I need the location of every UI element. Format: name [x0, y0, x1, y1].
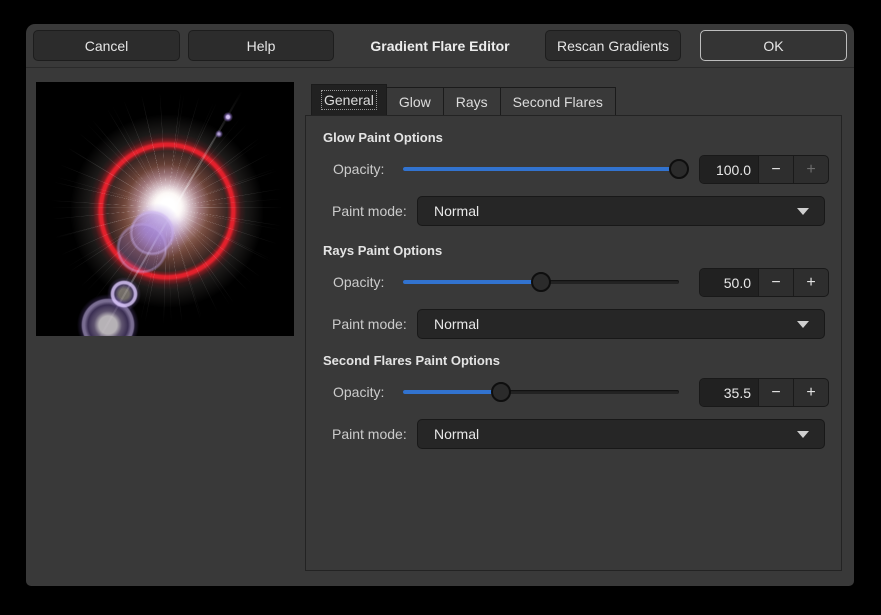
- slider-fill: [403, 280, 541, 284]
- second-flares-opacity-slider[interactable]: [403, 382, 679, 402]
- glow-paint-mode-dropdown[interactable]: Normal: [417, 196, 825, 226]
- opacity-label: Opacity:: [333, 384, 384, 400]
- dialog-title: Gradient Flare Editor: [340, 24, 540, 67]
- plus-icon[interactable]: +: [793, 156, 828, 183]
- glow-opacity-value[interactable]: 100.0: [700, 156, 758, 183]
- rescan-gradients-button[interactable]: Rescan Gradients: [545, 30, 681, 61]
- slider-handle[interactable]: [531, 272, 551, 292]
- glow-opacity-spinner: 100.0 − +: [699, 155, 829, 184]
- tab-second-flares-label: Second Flares: [510, 92, 606, 112]
- paint-mode-label: Paint mode:: [332, 426, 407, 442]
- paint-mode-label: Paint mode:: [332, 316, 407, 332]
- section-heading: Rays Paint Options: [323, 243, 442, 258]
- rays-opacity-value[interactable]: 50.0: [700, 269, 758, 296]
- paint-mode-value: Normal: [418, 316, 797, 332]
- minus-icon[interactable]: −: [758, 156, 793, 183]
- flare-second-flares-graphic: [36, 82, 294, 336]
- rays-opacity-spinner: 50.0 − +: [699, 268, 829, 297]
- tab-glow-label: Glow: [396, 92, 434, 112]
- help-button[interactable]: Help: [188, 30, 334, 61]
- chevron-down-icon: [797, 208, 809, 215]
- second-flares-opacity-spinner: 35.5 − +: [699, 378, 829, 407]
- chevron-down-icon: [797, 431, 809, 438]
- second-flares-opacity-value[interactable]: 35.5: [700, 379, 758, 406]
- section-heading: Glow Paint Options: [323, 130, 443, 145]
- minus-icon[interactable]: −: [758, 379, 793, 406]
- chevron-down-icon: [797, 321, 809, 328]
- gradient-flare-editor-window: Cancel Help Gradient Flare Editor Rescan…: [0, 0, 881, 615]
- plus-icon[interactable]: +: [793, 379, 828, 406]
- notebook-tabs: General Glow Rays Second Flares: [311, 84, 615, 116]
- dialog: Cancel Help Gradient Flare Editor Rescan…: [26, 24, 854, 586]
- tab-rays-label: Rays: [453, 92, 491, 112]
- flare-preview: [36, 82, 294, 336]
- slider-handle[interactable]: [669, 159, 689, 179]
- glow-opacity-slider[interactable]: [403, 159, 679, 179]
- paint-mode-value: Normal: [418, 426, 797, 442]
- section-heading: Second Flares Paint Options: [323, 353, 500, 368]
- minus-icon[interactable]: −: [758, 269, 793, 296]
- ok-button[interactable]: OK: [700, 30, 847, 61]
- tab-rays[interactable]: Rays: [443, 87, 501, 116]
- opacity-label: Opacity:: [333, 274, 384, 290]
- header-bar: Cancel Help Gradient Flare Editor Rescan…: [26, 24, 854, 68]
- rays-paint-options-section: Rays Paint Options Opacity: 50.0 − + Pai…: [306, 243, 841, 343]
- paint-mode-label: Paint mode:: [332, 203, 407, 219]
- plus-icon[interactable]: +: [793, 269, 828, 296]
- tab-glow[interactable]: Glow: [386, 87, 444, 116]
- tab-general-label: General: [321, 90, 377, 110]
- paint-mode-value: Normal: [418, 203, 797, 219]
- slider-fill: [403, 167, 679, 171]
- second-flares-paint-mode-dropdown[interactable]: Normal: [417, 419, 825, 449]
- tab-second-flares[interactable]: Second Flares: [500, 87, 616, 116]
- slider-fill: [403, 390, 501, 394]
- tab-general[interactable]: General: [311, 84, 387, 116]
- slider-handle[interactable]: [491, 382, 511, 402]
- second-flares-paint-options-section: Second Flares Paint Options Opacity: 35.…: [306, 353, 841, 453]
- rays-paint-mode-dropdown[interactable]: Normal: [417, 309, 825, 339]
- cancel-button[interactable]: Cancel: [33, 30, 180, 61]
- glow-paint-options-section: Glow Paint Options Opacity: 100.0 − + Pa…: [306, 130, 841, 230]
- rays-opacity-slider[interactable]: [403, 272, 679, 292]
- opacity-label: Opacity:: [333, 161, 384, 177]
- general-tab-panel: Glow Paint Options Opacity: 100.0 − + Pa…: [305, 115, 842, 571]
